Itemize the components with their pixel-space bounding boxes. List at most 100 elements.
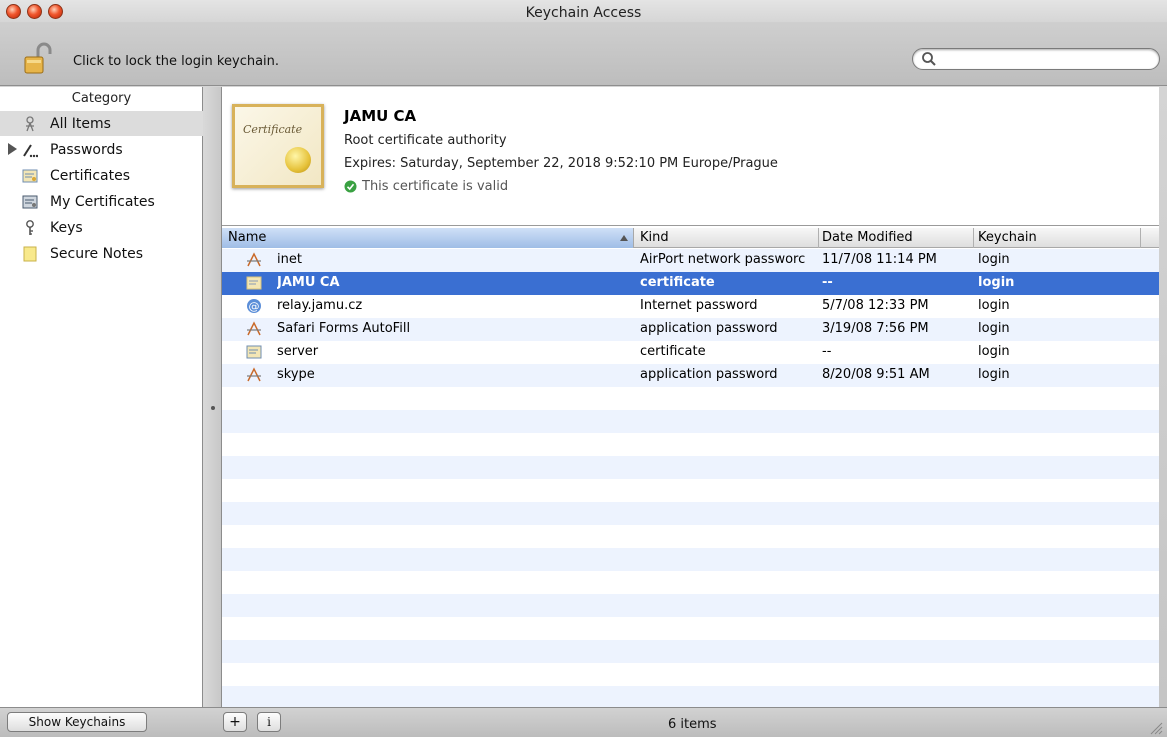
sidebar-item-label: All Items: [50, 115, 111, 132]
table-row[interactable]: skype application password 8/20/08 9:51 …: [222, 364, 1159, 387]
cell-name: skype: [277, 367, 315, 382]
column-divider[interactable]: [818, 228, 819, 248]
column-divider[interactable]: [1140, 228, 1141, 248]
cell-kind: AirPort network passworc: [640, 252, 806, 267]
cell-name: inet: [277, 252, 302, 267]
cell-name: Safari Forms AutoFill: [277, 321, 411, 336]
table-row-selected[interactable]: JAMU CA certificate -- login: [222, 272, 1159, 295]
search-field[interactable]: [912, 48, 1160, 70]
empty-row: [222, 525, 1159, 548]
window-title: Keychain Access: [525, 5, 642, 21]
cell-date-modified: 3/19/08 7:56 PM: [822, 321, 929, 336]
sidebar-item-all-items[interactable]: All Items: [0, 111, 203, 136]
cell-kind: certificate: [640, 344, 706, 359]
disclosure-triangle-icon[interactable]: [8, 143, 17, 155]
certificate-thumbnail-text: Certificate: [243, 123, 303, 136]
column-divider[interactable]: [973, 228, 974, 248]
validity-text: This certificate is valid: [362, 179, 509, 194]
table-row[interactable]: Safari Forms AutoFill application passwo…: [222, 318, 1159, 341]
cell-keychain: login: [978, 321, 1010, 336]
cell-kind: application password: [640, 367, 778, 382]
cell-name: JAMU CA: [277, 275, 340, 290]
padlock-open-icon[interactable]: [22, 42, 56, 76]
at-sign-icon: @: [246, 298, 262, 314]
table-header: Name Kind Date Modified Keychain: [222, 228, 1159, 248]
empty-row: [222, 663, 1159, 686]
cell-date-modified: 8/20/08 9:51 AM: [822, 367, 930, 382]
search-input[interactable]: [941, 51, 1151, 67]
empty-row: [222, 456, 1159, 479]
sidebar-item-label: My Certificates: [50, 193, 155, 210]
items-table: Name Kind Date Modified Keychain inet Ai…: [222, 228, 1159, 709]
certificate-seal-icon: [285, 147, 311, 173]
column-header-date-modified[interactable]: Date Modified: [822, 230, 913, 246]
item-info-panel: Certificate JAMU CA Root certificate aut…: [222, 87, 1159, 226]
cell-keychain: login: [978, 252, 1010, 267]
bottom-bar: Show Keychains + i 6 items: [0, 707, 1167, 737]
cell-keychain: login: [978, 275, 1015, 290]
category-sidebar: Category All Items Passwords Certificate…: [0, 87, 203, 707]
table-row[interactable]: @ relay.jamu.cz Internet password 5/7/08…: [222, 295, 1159, 318]
empty-row: [222, 640, 1159, 663]
validity-status: This certificate is valid: [344, 179, 508, 194]
sidebar-item-label: Secure Notes: [50, 245, 144, 262]
table-row[interactable]: server certificate -- login: [222, 341, 1159, 364]
category-header: Category: [71, 91, 132, 106]
empty-row: [222, 433, 1159, 456]
item-expiry: Expires: Saturday, September 22, 2018 9:…: [344, 156, 778, 171]
main-pane: Certificate JAMU CA Root certificate aut…: [222, 87, 1159, 709]
resize-grip-icon[interactable]: [1149, 721, 1163, 735]
certificate-thumbnail: Certificate: [232, 104, 324, 188]
certificate-icon: [246, 344, 262, 360]
my-certificate-icon: [22, 194, 38, 210]
column-header-keychain[interactable]: Keychain: [978, 230, 1037, 246]
empty-row: [222, 410, 1159, 433]
key-icon: [22, 219, 38, 236]
sidebar-splitter[interactable]: [203, 87, 222, 707]
magnifier-icon: [921, 51, 937, 67]
empty-row: [222, 502, 1159, 525]
svg-text:@: @: [249, 300, 260, 313]
sidebar-item-secure-notes[interactable]: Secure Notes: [0, 241, 203, 266]
splitter-handle-icon[interactable]: [211, 406, 215, 410]
column-header-kind[interactable]: Kind: [640, 230, 669, 246]
add-item-button[interactable]: +: [223, 712, 247, 732]
cell-kind: Internet password: [640, 298, 758, 313]
checkmark-icon: [344, 180, 357, 193]
sidebar-item-label: Keys: [50, 219, 83, 236]
sidebar-item-keys[interactable]: Keys: [0, 215, 203, 240]
item-subtitle: Root certificate authority: [344, 133, 507, 148]
sort-ascending-icon: [620, 235, 628, 241]
get-info-button[interactable]: i: [257, 712, 281, 732]
password-icon: [246, 252, 262, 268]
empty-row: [222, 387, 1159, 410]
lock-keychain-label[interactable]: Click to lock the login keychain.: [73, 54, 279, 69]
sidebar-item-label: Passwords: [50, 141, 123, 158]
empty-row: [222, 686, 1159, 709]
cell-keychain: login: [978, 298, 1010, 313]
note-icon: [22, 246, 38, 262]
cell-date-modified: --: [822, 344, 832, 359]
sidebar-item-certificates[interactable]: Certificates: [0, 163, 203, 188]
empty-row: [222, 571, 1159, 594]
table-row[interactable]: inet AirPort network passworc 11/7/08 11…: [222, 249, 1159, 272]
certificate-icon: [246, 275, 262, 291]
sidebar-item-label: Certificates: [50, 167, 131, 184]
certificate-icon: [22, 168, 38, 184]
cell-keychain: login: [978, 344, 1010, 359]
toolbar: Click to lock the login keychain.: [0, 22, 1167, 86]
column-header-name[interactable]: Name: [228, 230, 266, 246]
sidebar-item-my-certificates[interactable]: My Certificates: [0, 189, 203, 214]
empty-row: [222, 617, 1159, 640]
cell-date-modified: --: [822, 275, 833, 290]
cell-kind: certificate: [640, 275, 715, 290]
show-keychains-button[interactable]: Show Keychains: [7, 712, 147, 732]
keychain-access-window: Keychain Access Click to lock the login …: [0, 0, 1167, 737]
cell-name: relay.jamu.cz: [277, 298, 363, 313]
sidebar-item-passwords[interactable]: Passwords: [0, 137, 203, 162]
cell-name: server: [277, 344, 319, 359]
cell-kind: application password: [640, 321, 778, 336]
item-title: JAMU CA: [344, 107, 417, 125]
password-icon: [246, 321, 262, 337]
item-count: 6 items: [668, 717, 717, 732]
